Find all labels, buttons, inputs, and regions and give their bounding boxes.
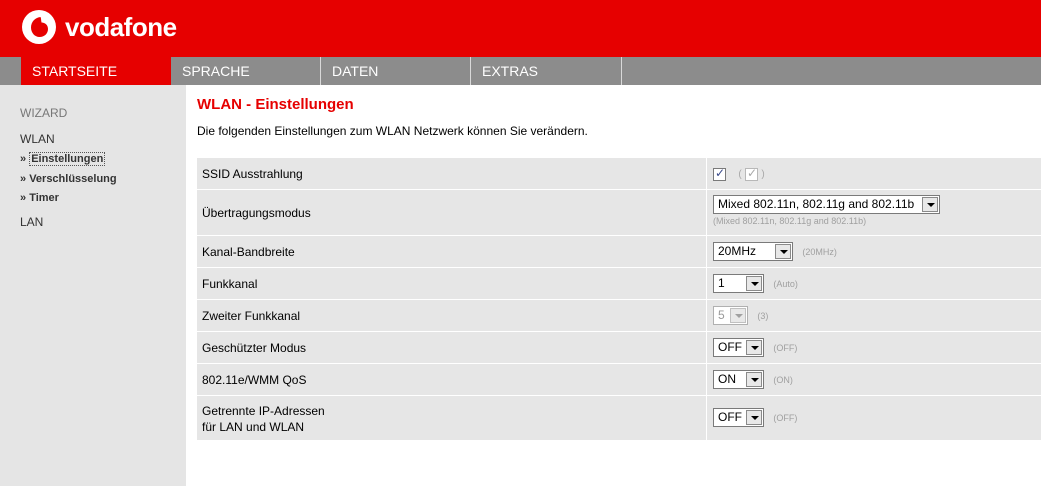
setting-label: Kanal-Bandbreite [202, 245, 295, 259]
sidebar: WIZARD WLAN » Einstellungen » Verschlüss… [0, 85, 186, 486]
setting-row-mode: Übertragungsmodus Mixed 802.11n, 802.11g… [197, 190, 1041, 236]
setting-row-channel: Funkkanal 1 (Auto) [197, 268, 1041, 300]
chevron-right-icon: » [20, 173, 27, 185]
column-divider [706, 190, 707, 235]
sidebar-subitem-label: Verschlüsselung [29, 173, 117, 185]
default-paren-close: ) [761, 169, 765, 181]
setting-label-line: Getrennte IP-Adressen [202, 404, 325, 418]
ssid-broadcast-control: ( ) [713, 166, 765, 182]
chevron-down-icon [746, 276, 762, 291]
chevron-down-icon [746, 340, 762, 355]
sidebar-item-lan[interactable]: LAN [20, 215, 43, 229]
chevron-down-icon [922, 197, 938, 212]
nav-tab-sprache[interactable]: SPRACHE [171, 57, 321, 85]
second-channel-default-hint: (3) [757, 310, 769, 321]
select-value: Mixed 802.11n, 802.11g and 802.11b [718, 197, 915, 211]
wmm-default-hint: (ON) [773, 374, 793, 385]
mode-select[interactable]: Mixed 802.11n, 802.11g and 802.11b [713, 195, 940, 214]
select-value: 20MHz [718, 244, 757, 258]
wlan-settings-form: SSID Ausstrahlung ( ) Übertragungsmodus … [197, 158, 1041, 441]
sidebar-subitem-label: Einstellungen [29, 152, 106, 166]
select-value: OFF [718, 340, 742, 354]
wmm-select[interactable]: ON [713, 370, 764, 389]
sidebar-subitem-einstellungen[interactable]: » Einstellungen [20, 152, 106, 166]
column-divider [706, 268, 707, 299]
bandwidth-select[interactable]: 20MHz [713, 242, 793, 261]
column-divider [706, 332, 707, 363]
setting-row-protected-mode: Geschützter Modus OFF (OFF) [197, 332, 1041, 364]
main-nav: STARTSEITE SPRACHE DATEN EXTRAS [0, 57, 1041, 85]
setting-row-ssid: SSID Ausstrahlung ( ) [197, 158, 1041, 190]
select-value: ON [718, 372, 736, 386]
channel-select[interactable]: 1 [713, 274, 764, 293]
chevron-down-icon [746, 372, 762, 387]
sidebar-subitem-label: Timer [29, 192, 59, 204]
setting-label: SSID Ausstrahlung [202, 167, 303, 181]
page-description: Die folgenden Einstellungen zum WLAN Net… [197, 124, 588, 138]
setting-label: Funkkanal [202, 277, 258, 291]
vodafone-speechmark-icon [22, 10, 56, 44]
ssid-broadcast-checkbox[interactable] [713, 166, 726, 182]
column-divider [706, 158, 707, 189]
column-divider [706, 396, 707, 440]
nav-tab-daten[interactable]: DATEN [321, 57, 471, 85]
second-channel-control: 5 (3) [713, 306, 768, 325]
setting-label: Zweiter Funkkanal [202, 309, 301, 323]
select-value: 5 [718, 308, 725, 322]
chevron-right-icon: » [20, 153, 27, 165]
chevron-down-icon [730, 308, 746, 323]
select-value: OFF [718, 410, 742, 424]
default-paren-open: ( [738, 169, 742, 181]
bandwidth-control: 20MHz (20MHz) [713, 242, 837, 261]
column-divider [706, 364, 707, 395]
wmm-control: ON (ON) [713, 370, 793, 389]
separate-ip-control: OFF (OFF) [713, 408, 797, 427]
channel-control: 1 (Auto) [713, 274, 798, 293]
brand-name: vodafone [65, 11, 177, 42]
protected-mode-control: OFF (OFF) [713, 338, 797, 357]
column-divider [706, 300, 707, 331]
separate-ip-default-hint: (OFF) [773, 412, 798, 423]
header-bar: vodafone [0, 0, 1041, 57]
setting-label: Geschützter Modus [202, 341, 307, 355]
vodafone-logo[interactable]: vodafone [22, 10, 177, 44]
nav-tab-startseite[interactable]: STARTSEITE [21, 57, 171, 85]
second-channel-select: 5 [713, 306, 748, 325]
column-divider [706, 236, 707, 267]
chevron-right-icon: » [20, 192, 27, 204]
ssid-default-checkbox [745, 166, 759, 182]
sidebar-subitem-verschluesselung[interactable]: » Verschlüsselung [20, 173, 117, 185]
select-value: 1 [718, 276, 725, 290]
setting-row-separate-ip: Getrennte IP-Adressen für LAN und WLAN O… [197, 396, 1041, 441]
setting-label: 802.11e/WMM QoS [202, 373, 307, 387]
separate-ip-select[interactable]: OFF [713, 408, 764, 427]
chevron-down-icon [775, 244, 791, 259]
bandwidth-default-hint: (20MHz) [802, 246, 837, 257]
setting-label: Übertragungsmodus [202, 206, 311, 220]
page-title: WLAN - Einstellungen [197, 96, 354, 113]
mode-control: Mixed 802.11n, 802.11g and 802.11b (Mixe… [713, 195, 940, 226]
nav-tab-extras[interactable]: EXTRAS [471, 57, 622, 85]
chevron-down-icon [746, 410, 762, 425]
channel-default-hint: (Auto) [773, 278, 798, 289]
sidebar-item-wizard[interactable]: WIZARD [20, 106, 67, 120]
sidebar-subitem-timer[interactable]: » Timer [20, 192, 59, 204]
mode-default-hint: (Mixed 802.11n, 802.11g and 802.11b) [713, 216, 867, 226]
setting-label: Getrennte IP-Adressen für LAN und WLAN [202, 403, 325, 435]
protected-mode-default-hint: (OFF) [773, 342, 798, 353]
setting-row-bandwidth: Kanal-Bandbreite 20MHz (20MHz) [197, 236, 1041, 268]
protected-mode-select[interactable]: OFF [713, 338, 764, 357]
sidebar-item-wlan[interactable]: WLAN [20, 132, 55, 146]
setting-row-second-channel: Zweiter Funkkanal 5 (3) [197, 300, 1041, 332]
setting-row-wmm: 802.11e/WMM QoS ON (ON) [197, 364, 1041, 396]
setting-label-line: für LAN und WLAN [202, 420, 305, 434]
